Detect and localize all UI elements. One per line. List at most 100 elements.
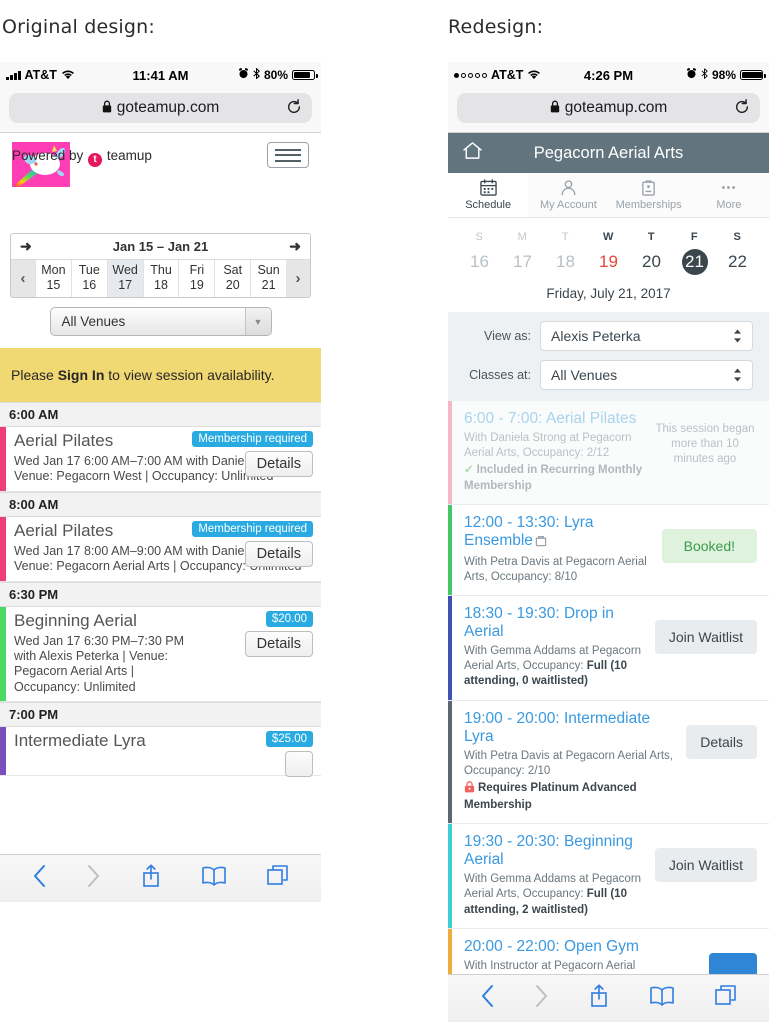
date-dow: T (647, 231, 656, 243)
session-title: Intermediate Lyra (14, 731, 146, 750)
session-row[interactable]: Beginning Aerial $20.00 Wed Jan 17 6:30 … (0, 606, 321, 702)
day-cell-wed[interactable]: Wed 17 (106, 260, 143, 297)
day-dow: Thu (150, 263, 172, 277)
session-title: 12:00 - 13:30: Lyra Ensemble (464, 514, 652, 552)
chevron-left-icon[interactable]: ‹ (11, 260, 35, 297)
tabs-icon[interactable] (714, 984, 738, 1013)
reload-icon[interactable] (734, 98, 750, 118)
date-cell-17[interactable]: M 17 (501, 227, 544, 275)
time-heading: 7:00 PM (0, 702, 321, 727)
day-cell-sat[interactable]: Sat 20 (214, 260, 250, 297)
session-card-body: 19:00 - 20:00: Intermediate Lyra With Pe… (452, 701, 769, 824)
session-card[interactable]: 19:00 - 20:00: Intermediate Lyra With Pe… (448, 700, 769, 825)
arrow-right-icon[interactable]: ➜ (289, 238, 301, 255)
share-icon[interactable] (140, 863, 162, 894)
teamup-badge-icon: t (88, 153, 103, 167)
tab-schedule[interactable]: Schedule (448, 173, 529, 217)
session-title-text: 12:00 - 13:30: Lyra Ensemble (464, 513, 594, 549)
day-cell-tue[interactable]: Tue 16 (70, 260, 107, 297)
book-icon[interactable] (201, 865, 227, 892)
week-range-label: Jan 15 – Jan 21 (112, 239, 209, 254)
week-picker-wrap: ➜ Jan 15 – Jan 21 ➜ ‹ Mon 15 Tue 16 Wed … (0, 233, 321, 298)
session-title-row: Beginning Aerial $20.00 (14, 610, 313, 631)
date-cell-20[interactable]: T 20 (630, 227, 673, 275)
join-waitlist-button[interactable]: Join Waitlist (654, 620, 757, 655)
chevron-back-icon[interactable] (480, 984, 495, 1013)
chevron-forward-icon (86, 864, 101, 893)
page-title: Pegacorn Aerial Arts (533, 143, 684, 162)
session-card[interactable]: 18:30 - 19:30: Drop in Aerial With Gemma… (448, 596, 769, 701)
arrow-left-icon[interactable]: ➜ (20, 238, 32, 255)
session-row[interactable]: Aerial Pilates Membership required Wed J… (0, 427, 321, 492)
up-down-caret-icon (733, 329, 742, 343)
date-cell-22[interactable]: S 22 (716, 227, 759, 275)
classes-at-select[interactable]: All Venues (540, 360, 753, 390)
session-info: 12:00 - 13:30: Lyra Ensemble With Petra … (464, 514, 652, 585)
price-badge: $25.00 (265, 731, 313, 747)
status-right-group: 80% (238, 67, 318, 82)
date-cell-18[interactable]: T 18 (544, 227, 587, 275)
date-num: 22 (728, 252, 747, 271)
day-cell-fri[interactable]: Fri 19 (178, 260, 214, 297)
battery-icon (292, 69, 318, 81)
hamburger-menu-icon[interactable] (267, 142, 309, 168)
date-dow: W (603, 231, 614, 243)
tab-memberships[interactable]: Memberships (609, 173, 689, 217)
view-as-select[interactable]: Alexis Peterka (540, 321, 753, 351)
details-button[interactable]: Details (244, 630, 313, 657)
date-dow: S (475, 231, 484, 243)
session-note-text: Included in Recurring Monthly Membership (464, 464, 643, 492)
session-card[interactable]: 12:00 - 13:30: Lyra Ensemble With Petra … (448, 504, 769, 597)
session-row[interactable]: Aerial Pilates Membership required Wed J… (0, 516, 321, 582)
chevron-right-icon[interactable]: › (286, 260, 310, 297)
session-meta: With Daniela Strong at Pegacorn Aerial A… (464, 432, 632, 460)
session-title-row: Aerial Pilates Membership required (14, 431, 313, 451)
nav-tabs: Schedule My Account Memberships More (448, 173, 769, 218)
session-meta: With Gemma Addams at Pegacorn Aerial Art… (464, 644, 645, 690)
url-text-left: goteamup.com (116, 99, 220, 116)
date-num: 16 (470, 252, 489, 271)
url-field-right[interactable]: goteamup.com (457, 93, 760, 123)
session-card[interactable]: 19:30 - 20:30: Beginning Aerial With Gem… (448, 824, 769, 929)
session-title: 19:30 - 20:30: Beginning Aerial (464, 833, 633, 869)
session-title: 18:30 - 19:30: Drop in Aerial (464, 605, 614, 641)
details-button[interactable]: Details (686, 724, 757, 759)
details-button[interactable]: Details (244, 451, 313, 477)
details-button[interactable] (284, 751, 313, 777)
day-dow: Fri (189, 263, 205, 277)
session-info: 19:30 - 20:30: Beginning Aerial With Gem… (464, 833, 645, 918)
date-num: 17 (513, 252, 532, 271)
tab-more[interactable]: More (689, 173, 769, 217)
powered-by-label: Powered by t teamup (12, 148, 152, 167)
day-cell-mon[interactable]: Mon 15 (35, 260, 71, 297)
join-waitlist-button[interactable]: Join Waitlist (654, 848, 757, 883)
date-dow: S (733, 231, 742, 243)
session-card[interactable]: 6:00 - 7:00: Aerial Pilates With Daniela… (448, 401, 769, 505)
chevron-back-icon[interactable] (32, 864, 47, 893)
day-cell-thu[interactable]: Thu 18 (142, 260, 179, 297)
url-field-left[interactable]: goteamup.com (9, 93, 312, 123)
home-icon[interactable] (462, 141, 483, 165)
tab-my-account[interactable]: My Account (528, 173, 608, 217)
signin-link[interactable]: Sign In (58, 367, 105, 383)
details-button[interactable]: Details (244, 540, 313, 567)
book-icon[interactable] (649, 985, 675, 1012)
tabs-icon[interactable] (266, 864, 290, 893)
app-header-bar: Pegacorn Aerial Arts (448, 133, 769, 173)
date-cell-16[interactable]: S 16 (458, 227, 501, 275)
date-cell-21[interactable]: F 21 (673, 227, 716, 275)
session-body: Aerial Pilates Membership required Wed J… (6, 517, 321, 581)
week-picker: ➜ Jan 15 – Jan 21 ➜ ‹ Mon 15 Tue 16 Wed … (10, 233, 311, 298)
date-cell-19[interactable]: W 19 (587, 227, 630, 275)
classes-at-value: All Venues (551, 367, 618, 383)
session-action: Details (686, 710, 757, 759)
session-title-row: Aerial Pilates Membership required (14, 520, 313, 541)
session-row[interactable]: Intermediate Lyra $25.00 (0, 727, 321, 777)
booked-button[interactable]: Booked! (661, 528, 757, 563)
share-icon[interactable] (588, 983, 610, 1014)
reload-icon[interactable] (286, 98, 302, 118)
venue-select[interactable]: All Venues ▼ (49, 307, 272, 336)
session-meta: With Petra Davis at Pegacorn Aerial Arts… (464, 555, 647, 583)
url-text-right: goteamup.com (564, 99, 668, 116)
day-cell-sun[interactable]: Sun 21 (250, 260, 286, 297)
